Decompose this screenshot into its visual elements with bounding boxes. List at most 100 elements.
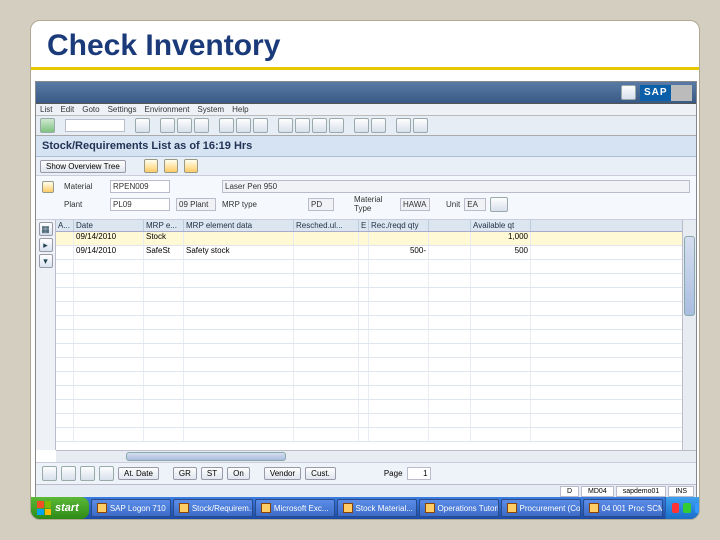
table-cell	[56, 246, 74, 259]
material-desc: Laser Pen 950	[222, 180, 690, 193]
refresh-icon[interactable]	[144, 159, 158, 173]
ft-icon-1[interactable]	[42, 466, 57, 481]
select-all-icon[interactable]: ▦	[39, 222, 53, 236]
mrptype-label: MRP type	[222, 200, 302, 209]
expand-icon[interactable]	[490, 197, 508, 212]
table-cell: 09/14/2010	[74, 246, 144, 259]
col-recreq[interactable]: Rec./reqd qty	[369, 220, 429, 231]
gr-button[interactable]: GR	[173, 467, 197, 480]
system-tray[interactable]: 5:01 PM	[665, 497, 700, 519]
table-cell	[369, 232, 429, 245]
vendor-button[interactable]: Vendor	[264, 467, 301, 480]
table-row[interactable]: 09/14/2010Stock1,000	[56, 232, 682, 246]
show-overview-button[interactable]: Show Overview Tree	[40, 160, 126, 173]
page-field[interactable]: 1	[407, 467, 431, 480]
save-icon[interactable]	[135, 118, 150, 133]
taskbar-item[interactable]: Microsoft Exc...	[255, 499, 335, 517]
col-resched[interactable]: Resched.ul...	[294, 220, 359, 231]
table-row-empty	[56, 316, 682, 330]
cancel-icon[interactable]	[194, 118, 209, 133]
app-icon	[589, 503, 599, 513]
status-server: sapdemo01	[616, 486, 667, 497]
help-icon[interactable]	[396, 118, 411, 133]
table-row-empty	[56, 260, 682, 274]
print-icon[interactable]	[219, 118, 234, 133]
app-icon	[179, 503, 189, 513]
menu-environment[interactable]: Environment	[145, 105, 190, 114]
menu-system[interactable]: System	[197, 105, 224, 114]
back-icon[interactable]	[160, 118, 175, 133]
vertical-scrollbar[interactable]	[682, 220, 696, 450]
last-page-icon[interactable]	[329, 118, 344, 133]
on-button[interactable]: On	[227, 467, 250, 480]
windows-logo-icon	[37, 501, 51, 515]
col-mrpe[interactable]: MRP e...	[144, 220, 184, 231]
table-cell: 500	[471, 246, 531, 259]
col-mrpdata[interactable]: MRP element data	[184, 220, 294, 231]
new-session-icon[interactable]	[354, 118, 369, 133]
collapse-row-icon[interactable]: ▾	[39, 254, 53, 268]
st-button[interactable]: ST	[201, 467, 223, 480]
taskbar-item-label: Microsoft Exc...	[274, 504, 329, 513]
tray-icon-2[interactable]	[683, 503, 691, 513]
filter-icon[interactable]	[164, 159, 178, 173]
table-cell	[184, 232, 294, 245]
menu-help[interactable]: Help	[232, 105, 248, 114]
table-row-empty	[56, 302, 682, 316]
mattype-field: HAWA	[400, 198, 430, 211]
taskbar-item[interactable]: Stock Material...	[337, 499, 417, 517]
prev-page-icon[interactable]	[295, 118, 310, 133]
menu-goto[interactable]: Goto	[82, 105, 99, 114]
menu-settings[interactable]: Settings	[108, 105, 137, 114]
menu-edit[interactable]: Edit	[60, 105, 74, 114]
table-row-empty	[56, 400, 682, 414]
cust-button[interactable]: Cust.	[305, 467, 336, 480]
start-button[interactable]: start	[31, 497, 89, 519]
exit-icon[interactable]	[177, 118, 192, 133]
tray-icon-3[interactable]	[695, 503, 700, 513]
taskbar-item[interactable]: 04 001 Proc SCM	[583, 499, 663, 517]
horizontal-scroll-thumb[interactable]	[126, 452, 286, 461]
ft-icon-2[interactable]	[61, 466, 76, 481]
find-icon[interactable]	[236, 118, 251, 133]
tray-icon-1[interactable]	[672, 503, 680, 513]
graph-icon[interactable]	[184, 159, 198, 173]
minimize-icon[interactable]	[621, 85, 636, 100]
status-ins: INS	[668, 486, 694, 497]
table-cell: 1,000	[471, 232, 531, 245]
col-blank[interactable]	[429, 220, 471, 231]
command-field[interactable]	[65, 119, 125, 132]
horizontal-scrollbar[interactable]	[56, 450, 696, 462]
table-row-empty	[56, 386, 682, 400]
page-label: Page	[384, 469, 403, 478]
enter-icon[interactable]	[40, 118, 55, 133]
first-page-icon[interactable]	[278, 118, 293, 133]
taskbar-item[interactable]: Stock/Requirem...	[173, 499, 253, 517]
expand-row-icon[interactable]: ▸	[39, 238, 53, 252]
find-next-icon[interactable]	[253, 118, 268, 133]
taskbar-item[interactable]: Operations Tutoria...	[419, 499, 499, 517]
col-date[interactable]: Date	[74, 220, 144, 231]
next-page-icon[interactable]	[312, 118, 327, 133]
material-field[interactable]: RPEN009	[110, 180, 170, 193]
table-row-empty	[56, 372, 682, 386]
ft-icon-4[interactable]	[99, 466, 114, 481]
shortcut-icon[interactable]	[371, 118, 386, 133]
ft-icon-3[interactable]	[80, 466, 95, 481]
taskbar-item[interactable]: SAP Logon 710	[91, 499, 171, 517]
table-row[interactable]: 09/14/2010SafeStSafety stock500-500	[56, 246, 682, 260]
col-a[interactable]: A...	[56, 220, 74, 231]
vertical-scroll-thumb[interactable]	[684, 236, 695, 316]
layout-icon[interactable]	[413, 118, 428, 133]
windows-taskbar: start SAP Logon 710 Stock/Requirem... Micr…	[31, 497, 699, 519]
slide-title: Check Inventory	[31, 21, 699, 70]
taskbar-item-label: SAP Logon 710	[110, 504, 166, 513]
col-avail[interactable]: Available qt	[471, 220, 531, 231]
menu-list[interactable]: List	[40, 105, 52, 114]
col-e[interactable]: E	[359, 220, 369, 231]
atdate-button[interactable]: At. Date	[118, 467, 159, 480]
taskbar-item[interactable]: Procurement (Com...	[501, 499, 581, 517]
taskbar-item-label: 04 001 Proc SCM	[602, 504, 663, 513]
plant-field[interactable]: PL09	[110, 198, 170, 211]
taskbar-item-label: Stock/Requirem...	[192, 504, 253, 513]
